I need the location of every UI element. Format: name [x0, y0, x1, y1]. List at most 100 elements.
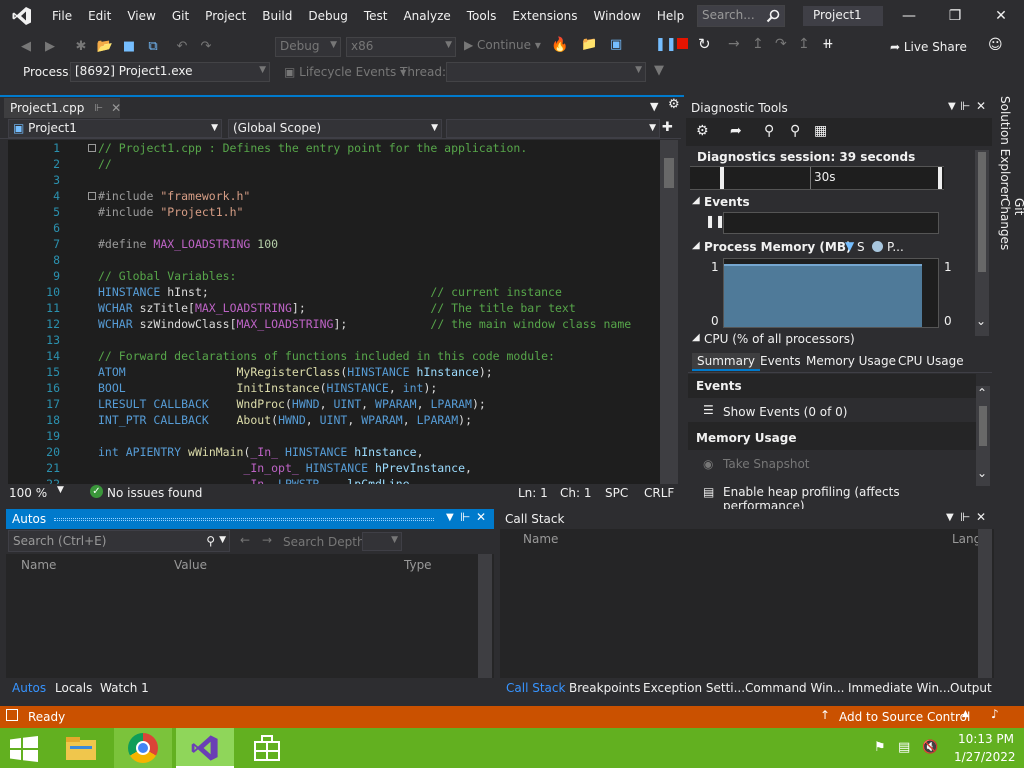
member-combo[interactable]: ▼: [446, 119, 660, 138]
close-panel-icon[interactable]: ✕: [976, 510, 986, 524]
gear-icon[interactable]: ⚙: [668, 97, 680, 112]
forward-arrow-icon[interactable]: →: [262, 533, 272, 547]
column-header-value[interactable]: Value: [174, 558, 207, 572]
undo-icon[interactable]: ↶: [173, 37, 191, 55]
menu-item-git[interactable]: Git: [164, 0, 197, 32]
scrollbar-thumb[interactable]: [978, 152, 986, 272]
live-share-button[interactable]: ➦ Live Share: [890, 40, 967, 54]
column-header-lang[interactable]: Lang: [952, 532, 981, 546]
maximize-icon[interactable]: ❐: [932, 0, 978, 32]
tab-summary[interactable]: Summary: [692, 353, 760, 371]
timeline-ruler[interactable]: 30s: [690, 166, 944, 190]
expand-triangle-icon[interactable]: ◢: [692, 195, 700, 206]
menu-item-edit[interactable]: Edit: [80, 0, 119, 32]
process-combo[interactable]: [8692] Project1.exe ▼: [70, 62, 270, 82]
minimize-icon[interactable]: —: [886, 0, 932, 32]
tab-project1-cpp[interactable]: Project1.cpp ⊩ ✕: [4, 98, 121, 118]
step-over-icon[interactable]: ↷: [775, 36, 787, 52]
tab-cpu-usage[interactable]: CPU Usage: [898, 354, 964, 368]
restart-icon[interactable]: ↻: [698, 35, 711, 53]
tab-output[interactable]: Output: [950, 681, 992, 695]
menu-item-view[interactable]: View: [119, 0, 163, 32]
search-box[interactable]: Search...: [697, 5, 785, 27]
timeline-end-handle[interactable]: [938, 167, 942, 189]
tab-events[interactable]: Events: [760, 354, 801, 368]
chevron-down-icon[interactable]: ⌄: [976, 314, 986, 328]
settings-icon[interactable]: ⚙: [696, 123, 709, 139]
take-snapshot-button[interactable]: Take Snapshot: [723, 457, 810, 471]
issues-status[interactable]: No issues found: [107, 486, 202, 500]
menu-item-extensions[interactable]: Extensions: [504, 0, 585, 32]
menu-item-tools[interactable]: Tools: [459, 0, 505, 32]
reset-view-icon[interactable]: ▦: [814, 123, 827, 139]
column-indicator[interactable]: Ch: 1: [560, 486, 591, 500]
legend-private-bytes[interactable]: P...: [887, 240, 904, 254]
autos-scrollbar[interactable]: [478, 554, 492, 678]
solution-explorer-tab[interactable]: Solution Explorer: [998, 96, 1012, 199]
network-icon[interactable]: ▤: [898, 740, 910, 755]
memory-graph[interactable]: [723, 258, 939, 328]
pin-icon[interactable]: ⊩: [94, 103, 103, 114]
project-combo[interactable]: ▣ Project1 ▼: [8, 119, 222, 138]
tab-breakpoints[interactable]: Breakpoints: [569, 681, 640, 695]
redo-icon[interactable]: ↷: [197, 37, 215, 55]
menu-item-analyze[interactable]: Analyze: [395, 0, 458, 32]
save-all-icon[interactable]: ⧉: [144, 37, 162, 55]
collapse-icon[interactable]: [88, 192, 96, 200]
back-icon[interactable]: ◀: [17, 37, 35, 55]
back-arrow-icon[interactable]: ←: [240, 533, 250, 547]
file-explorer-icon[interactable]: [64, 734, 98, 762]
export-icon[interactable]: ➦: [730, 123, 742, 139]
step-out-icon[interactable]: ↥: [798, 36, 810, 52]
split-icon[interactable]: ✚: [662, 120, 673, 135]
menu-item-help[interactable]: Help: [649, 0, 692, 32]
dropdown-icon[interactable]: ▼: [650, 100, 658, 113]
chevron-up-icon[interactable]: ▲: [962, 709, 969, 719]
pin-icon[interactable]: ⊩: [960, 510, 970, 524]
chevron-down-icon[interactable]: ▼: [57, 485, 64, 495]
dropdown-icon[interactable]: ▼: [946, 512, 954, 523]
thread-combo[interactable]: ▼: [446, 62, 646, 82]
step-into-icon[interactable]: ↥: [752, 36, 764, 52]
tab-immediate-window[interactable]: Immediate Win...: [848, 681, 951, 695]
stop-icon[interactable]: [677, 38, 688, 49]
dropdown-icon[interactable]: ▼: [446, 512, 454, 523]
events-track[interactable]: [723, 212, 939, 234]
scrollbar-thumb[interactable]: [664, 158, 674, 188]
line-indicator[interactable]: Ln: 1: [518, 486, 548, 500]
menu-item-window[interactable]: Window: [586, 0, 649, 32]
scope-combo[interactable]: (Global Scope) ▼: [228, 119, 442, 138]
tab-watch-1[interactable]: Watch 1: [100, 681, 149, 695]
search-depth-combo[interactable]: ▼: [362, 532, 402, 551]
git-changes-tab[interactable]: Git Changes: [998, 198, 1024, 266]
legend-snapshot[interactable]: S: [857, 240, 865, 254]
windows-start-icon[interactable]: [10, 736, 38, 765]
tab-command-window[interactable]: Command Win...: [745, 681, 844, 695]
whitespace-indicator[interactable]: SPC: [605, 486, 628, 500]
callstack-scrollbar[interactable]: [978, 529, 992, 678]
menu-item-debug[interactable]: Debug: [300, 0, 355, 32]
filter-icon[interactable]: ▼: [654, 63, 664, 78]
pin-icon[interactable]: ⊩: [960, 99, 970, 113]
expand-triangle-icon[interactable]: ◢: [692, 332, 700, 343]
pause-icon[interactable]: ❚❚: [655, 37, 677, 52]
volume-muted-icon[interactable]: 🔇: [922, 740, 938, 755]
breakpoints-icon[interactable]: ⧺: [822, 36, 834, 52]
visual-studio-taskbar-button[interactable]: [176, 728, 234, 768]
tab-exception-settings[interactable]: Exception Setti...: [643, 681, 745, 695]
tab-call-stack[interactable]: Call Stack: [506, 681, 565, 695]
close-panel-icon[interactable]: ✕: [476, 510, 486, 524]
diag-scrollbar[interactable]: ⌄: [975, 150, 989, 336]
add-to-source-control-button[interactable]: Add to Source Control: [839, 710, 970, 724]
column-header-type[interactable]: Type: [404, 558, 432, 572]
zoom-in-icon[interactable]: ⚲: [764, 123, 774, 139]
collapse-icon[interactable]: [88, 144, 96, 152]
chevron-up-icon[interactable]: ⌃: [977, 386, 987, 400]
open-folder-icon[interactable]: 📂: [96, 37, 114, 55]
chevron-down-icon[interactable]: ⌄: [977, 466, 987, 480]
zoom-level[interactable]: 100 %: [9, 486, 47, 500]
column-header-name[interactable]: Name: [523, 532, 558, 546]
tab-memory-usage[interactable]: Memory Usage: [806, 354, 896, 368]
close-tab-icon[interactable]: ✕: [111, 101, 121, 115]
expand-triangle-icon[interactable]: ◢: [692, 240, 700, 251]
